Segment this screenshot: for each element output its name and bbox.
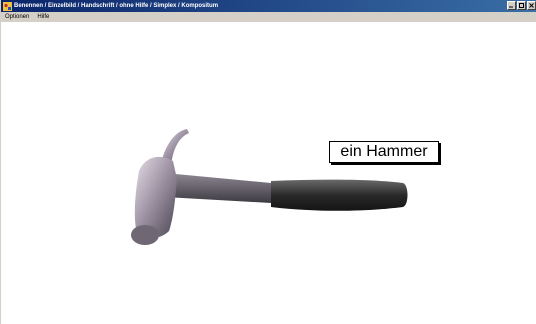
close-button[interactable] (527, 1, 536, 10)
maximize-button[interactable] (517, 1, 526, 10)
maximize-icon (519, 3, 524, 8)
menu-bar: Optionen Hilfe (1, 12, 536, 23)
minimize-button[interactable] (507, 1, 516, 10)
menu-optionen[interactable]: Optionen (1, 12, 33, 22)
word-label: ein Hammer (329, 141, 439, 163)
title-bar[interactable]: Benennen / Einzelbild / Handschrift / oh… (1, 0, 536, 12)
app-window: Benennen / Einzelbild / Handschrift / oh… (0, 0, 536, 324)
close-icon (529, 3, 534, 8)
app-icon[interactable] (3, 1, 12, 11)
window-controls (507, 1, 536, 10)
window-title: Benennen / Einzelbild / Handschrift / oh… (14, 3, 219, 9)
minimize-icon (509, 6, 513, 8)
menu-hilfe[interactable]: Hilfe (33, 12, 53, 22)
content-area: ein Hammer (1, 23, 536, 324)
